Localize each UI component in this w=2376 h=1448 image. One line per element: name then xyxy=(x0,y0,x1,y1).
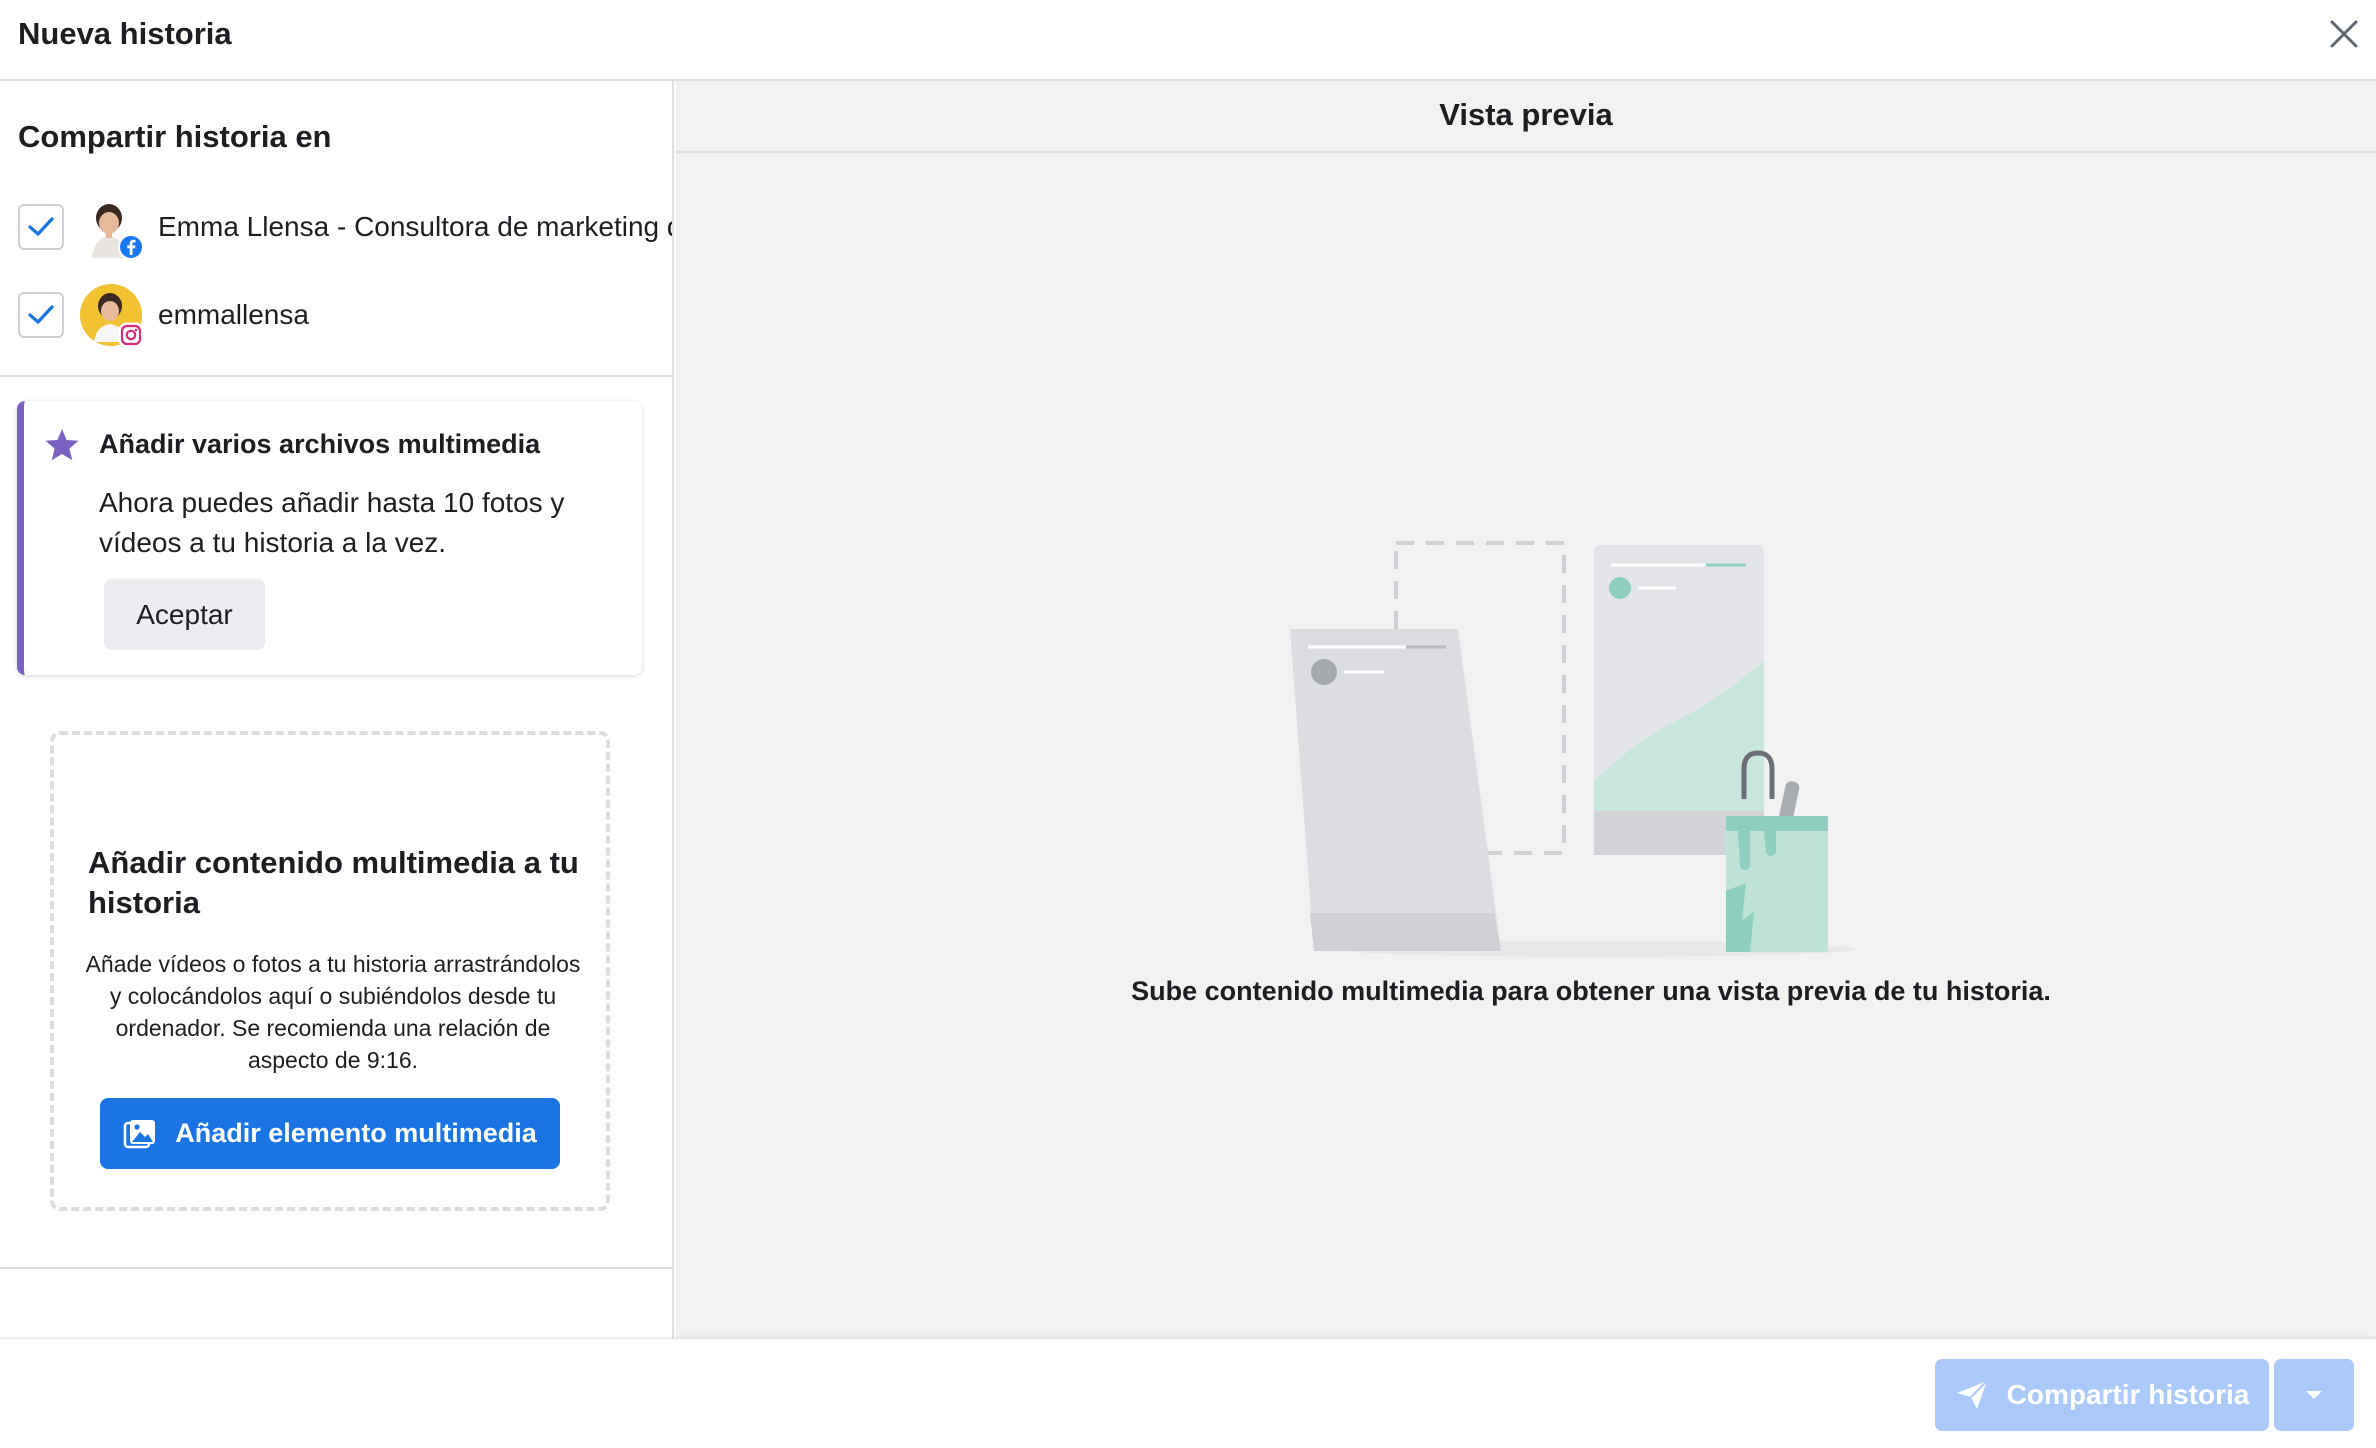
check-icon xyxy=(28,305,54,324)
caret-down-icon xyxy=(2306,1391,2322,1399)
dialog-header: Nueva historia xyxy=(0,0,2376,81)
tip-text: Ahora puedes añadir hasta 10 fotos y víd… xyxy=(99,487,565,558)
preview-placeholder-illustration xyxy=(1290,541,1856,957)
share-settings-panel: Compartir historia en Emma Llensa - Cons… xyxy=(0,81,674,1338)
share-options-dropdown[interactable] xyxy=(2274,1359,2354,1431)
account-checkbox[interactable] xyxy=(18,204,64,250)
dialog-title: Nueva historia xyxy=(18,16,232,51)
preview-panel: Vista previa Sube contenido multimedia p… xyxy=(676,81,2376,1338)
share-story-label: Compartir historia xyxy=(2006,1379,2250,1410)
close-button[interactable] xyxy=(2326,16,2362,52)
check-icon xyxy=(28,217,54,236)
account-name: Emma Llensa - Consultora de marketing d xyxy=(158,211,672,242)
facebook-icon xyxy=(118,234,144,260)
share-story-button[interactable]: Compartir historia xyxy=(1935,1359,2269,1431)
add-media-button[interactable]: Añadir elemento multimedia xyxy=(100,1098,560,1169)
media-dropzone[interactable]: Añadir contenido multimedia a tu histori… xyxy=(50,731,610,1211)
share-heading: Compartir historia en xyxy=(18,119,332,154)
close-icon xyxy=(2330,20,2358,48)
instagram-icon xyxy=(118,322,144,348)
send-icon xyxy=(1956,1380,1988,1409)
accept-button[interactable]: Aceptar xyxy=(104,579,265,650)
avatar xyxy=(80,284,144,348)
preview-message: Sube contenido multimedia para obtener u… xyxy=(1131,976,2051,1006)
divider xyxy=(0,1267,672,1269)
preview-title: Vista previa xyxy=(1439,97,1613,132)
tip-title: Añadir varios archivos multimedia xyxy=(99,429,541,459)
account-row-facebook[interactable]: Emma Llensa - Consultora de marketing d xyxy=(18,196,672,260)
avatar xyxy=(80,196,144,260)
tip-card: Añadir varios archivos multimedia Ahora … xyxy=(17,401,642,675)
add-photo-icon xyxy=(123,1119,156,1148)
dropzone-text: Añade vídeos o fotos a tu historia arras… xyxy=(85,951,581,1073)
star-icon xyxy=(45,429,79,461)
dropzone-title: Añadir contenido multimedia a tu histori… xyxy=(88,845,579,920)
account-name: emmallensa xyxy=(158,299,309,330)
account-row-instagram[interactable]: emmallensa xyxy=(18,284,672,348)
account-checkbox[interactable] xyxy=(18,292,64,338)
add-media-label: Añadir elemento multimedia xyxy=(175,1118,537,1148)
dialog-footer: Compartir historia xyxy=(0,1338,2376,1448)
preview-header: Vista previa xyxy=(676,81,2376,153)
divider xyxy=(0,375,672,377)
